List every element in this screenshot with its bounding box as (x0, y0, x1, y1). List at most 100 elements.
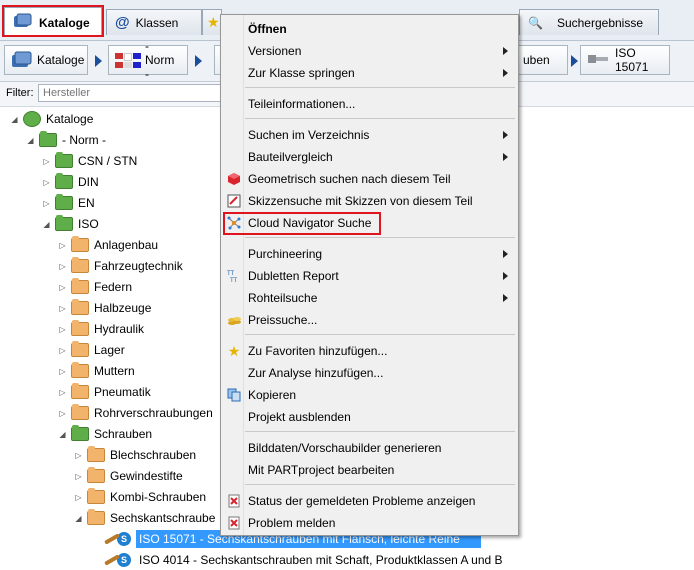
tree-node[interactable]: ▷ EN (42, 193, 95, 213)
tab-suchergebnisse[interactable]: 🔍 Suchergebnisse (519, 9, 659, 35)
part-icon: S (104, 553, 131, 567)
tree-node[interactable]: ▷ Gewindestifte (74, 466, 183, 486)
part-row[interactable]: S ISO 4014 - Sechskantschrauben mit Scha… (104, 550, 503, 570)
tree-node[interactable]: ▷ CSN / STN (42, 151, 137, 171)
menu-item-label: Zur Klasse springen (248, 66, 355, 80)
menu-separator (245, 237, 515, 238)
collapse-icon[interactable]: ◢ (58, 430, 67, 439)
tree-node[interactable]: ◢ Sechskantschraube (74, 508, 215, 528)
menu-item-versionen[interactable]: Versionen (221, 40, 518, 62)
cube-icon (226, 171, 242, 187)
tab-klassen[interactable]: @ Klassen (106, 9, 202, 35)
tree-node[interactable]: ▷ Halbzeuge (58, 298, 151, 318)
collapse-icon[interactable]: ◢ (74, 514, 83, 523)
menu-item-label: Geometrisch suchen nach diesem Teil (248, 172, 451, 186)
expand-icon[interactable]: ▷ (58, 388, 67, 397)
collapse-icon[interactable]: ◢ (10, 115, 19, 124)
menu-item-label: Zur Analyse hinzufügen... (248, 366, 384, 380)
tree-node-label: Fahrzeugtechnik (94, 259, 183, 273)
tab-highlight-frame (2, 5, 104, 37)
tree-node[interactable]: ◢ - Norm - (26, 130, 106, 150)
menu-item-skizzensuche[interactable]: Skizzensuche mit Skizzen von diesem Teil (221, 190, 518, 212)
menu-item-partproject[interactable]: Mit PARTproject bearbeiten (221, 459, 518, 481)
folder-icon (55, 173, 73, 189)
tree-node[interactable]: ◢ Schrauben (58, 424, 152, 444)
at-icon: @ (115, 14, 130, 31)
menu-item-suchen-verzeichnis[interactable]: Suchen im Verzeichnis (221, 124, 518, 146)
expand-icon[interactable]: ▷ (58, 367, 67, 376)
menu-item-bauteilvergleich[interactable]: Bauteilvergleich (221, 146, 518, 168)
menu-item-label: Problem melden (248, 516, 336, 530)
tree-node-label: Sechskantschraube (110, 511, 216, 525)
expand-icon[interactable]: ▷ (42, 178, 51, 187)
expand-icon[interactable]: ▷ (58, 241, 67, 250)
tree-node-label: Anlagenbau (94, 238, 159, 252)
menu-item-label: Suchen im Verzeichnis (248, 128, 370, 142)
breadcrumb-label: ISO 15071 (615, 46, 649, 74)
menu-item-teileinformationen[interactable]: Teileinformationen... (221, 93, 518, 115)
expand-icon[interactable]: ▷ (58, 346, 67, 355)
menu-item-kopieren[interactable]: Kopieren (221, 384, 518, 406)
expand-icon[interactable]: ▷ (58, 283, 67, 292)
tree-node[interactable]: ◢ Kataloge (10, 109, 93, 129)
folder-icon (71, 341, 89, 357)
tab-favorites[interactable]: ★ (202, 9, 222, 35)
tree-node[interactable]: ▷ Lager (58, 340, 125, 360)
breadcrumb-item-kataloge[interactable]: Kataloge (4, 45, 88, 75)
folder-icon (55, 152, 73, 168)
filter-input[interactable] (38, 84, 228, 102)
tab-label: Klassen (135, 15, 179, 30)
breadcrumb-arrow-icon (95, 55, 102, 67)
breadcrumb-item-schrauben[interactable]: uben (516, 45, 568, 75)
menu-item-bilddaten[interactable]: Bilddaten/Vorschaubilder generieren (221, 437, 518, 459)
star-icon: ★ (207, 14, 220, 30)
tree-node[interactable]: ▷ DIN (42, 172, 99, 192)
menu-item-rohteilsuche[interactable]: Rohteilsuche (221, 287, 518, 309)
tree-node[interactable]: ▷ Fahrzeugtechnik (58, 256, 183, 276)
tree-node-label: Muttern (94, 364, 135, 378)
collapse-icon[interactable]: ◢ (26, 136, 35, 145)
menu-separator (245, 87, 515, 88)
menu-item-label: Kopieren (248, 388, 297, 402)
star-icon: ★ (227, 342, 241, 359)
tree-node[interactable]: ▷ Hydraulik (58, 319, 144, 339)
menu-item-favoriten[interactable]: ★ Zu Favoriten hinzufügen... (221, 340, 518, 362)
breadcrumb-item-iso15071[interactable]: ISO 15071 (580, 45, 670, 75)
svg-text:TT: TT (227, 270, 235, 277)
folder-icon (71, 299, 89, 315)
menu-highlight-frame (223, 212, 381, 235)
folder-icon (71, 404, 89, 420)
tree-node[interactable]: ▷ Pneumatik (58, 382, 151, 402)
menu-item-dubletten[interactable]: TT TT Dubletten Report (221, 265, 518, 287)
expand-icon[interactable]: ▷ (58, 304, 67, 313)
menu-item-geometrisch-suchen[interactable]: Geometrisch suchen nach diesem Teil (221, 168, 518, 190)
menu-item-label: Versionen (248, 44, 302, 58)
menu-item-purchineering[interactable]: Purchineering (221, 243, 518, 265)
menu-item-analyse[interactable]: Zur Analyse hinzufügen... (221, 362, 518, 384)
menu-item-projekt-ausblenden[interactable]: Projekt ausblenden (221, 406, 518, 428)
menu-item-problem-melden[interactable]: Problem melden (221, 512, 518, 534)
expand-icon[interactable]: ▷ (58, 262, 67, 271)
expand-icon[interactable]: ▷ (58, 325, 67, 334)
expand-icon[interactable]: ▷ (58, 409, 67, 418)
tree-node[interactable]: ◢ ISO (42, 214, 99, 234)
expand-icon[interactable]: ▷ (74, 451, 83, 460)
menu-item-oeffnen[interactable]: Öffnen (221, 18, 518, 40)
folder-icon (87, 488, 105, 504)
expand-icon[interactable]: ▷ (74, 493, 83, 502)
tree-node[interactable]: ▷ Rohrverschraubungen (58, 403, 213, 423)
expand-icon[interactable]: ▷ (74, 472, 83, 481)
menu-item-preissuche[interactable]: Preissuche... (221, 309, 518, 331)
breadcrumb-item-norm[interactable]: - Norm - (108, 39, 188, 81)
menu-item-status-probleme[interactable]: Status der gemeldeten Probleme anzeigen (221, 490, 518, 512)
menu-item-zur-klasse[interactable]: Zur Klasse springen (221, 62, 518, 84)
expand-icon[interactable]: ▷ (42, 157, 51, 166)
tree-node[interactable]: ▷ Federn (58, 277, 132, 297)
menu-item-label: Rohteilsuche (248, 291, 318, 305)
tree-node[interactable]: ▷ Blechschrauben (74, 445, 196, 465)
tree-node[interactable]: ▷ Anlagenbau (58, 235, 158, 255)
expand-icon[interactable]: ▷ (42, 199, 51, 208)
tree-node[interactable]: ▷ Muttern (58, 361, 135, 381)
collapse-icon[interactable]: ◢ (42, 220, 51, 229)
tree-node[interactable]: ▷ Kombi-Schrauben (74, 487, 206, 507)
